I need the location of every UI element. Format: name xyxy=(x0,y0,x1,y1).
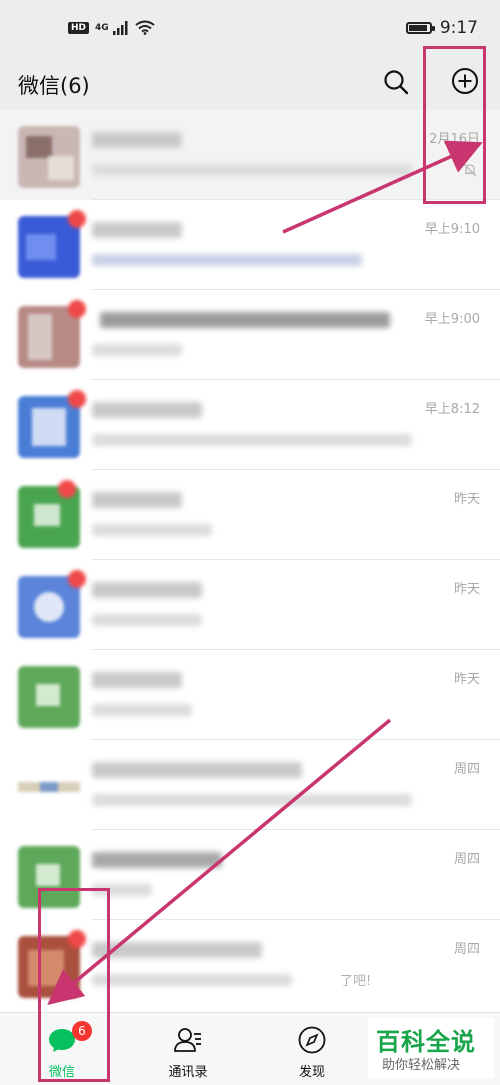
unread-dot xyxy=(68,210,86,228)
message-preview-tail: 了吧! xyxy=(340,974,372,989)
contact-name-blurred xyxy=(92,132,182,148)
chat-time: 昨天 xyxy=(453,672,480,687)
tab-label: 发现 xyxy=(298,1065,325,1080)
message-preview-blurred xyxy=(92,344,182,356)
chat-row[interactable]: 早上9:10 xyxy=(0,200,500,290)
contact-name-blurred xyxy=(92,852,222,868)
contact-name-blurred xyxy=(92,942,262,958)
chat-row[interactable]: 昨天 xyxy=(0,560,500,650)
contact-name-blurred xyxy=(92,762,302,778)
signal-icon xyxy=(112,20,128,35)
chat-time: 早上9:00 xyxy=(424,312,480,327)
contact-name-blurred xyxy=(92,492,182,508)
chat-row[interactable]: 昨天 xyxy=(0,470,500,560)
avatar xyxy=(18,756,80,818)
tab-discover[interactable]: 发现 xyxy=(262,1013,362,1085)
annotation-box-chats-tab xyxy=(38,888,110,1082)
avatar xyxy=(18,390,86,458)
contact-name-blurred xyxy=(92,402,202,418)
message-preview-blurred xyxy=(92,254,362,266)
message-preview-blurred xyxy=(92,524,212,536)
watermark-subtitle: 助你轻松解决 xyxy=(382,1058,461,1073)
avatar xyxy=(18,210,86,278)
contact-name-blurred xyxy=(92,582,202,598)
chat-list: 2月16日 早上9:10 早上9:00 早上8:12 昨天 昨天 昨天 周四 周… xyxy=(0,110,500,1010)
hd-badge: HD xyxy=(68,21,90,34)
chat-time: 周四 xyxy=(453,942,480,957)
chat-row[interactable]: 早上8:12 xyxy=(0,380,500,470)
watermark-title: 百科全说 xyxy=(376,1028,476,1056)
chat-time: 周四 xyxy=(453,852,480,867)
status-indicators: HD 4G xyxy=(68,20,155,35)
status-right: 9:17 xyxy=(405,18,478,38)
unread-dot xyxy=(68,300,86,318)
avatar xyxy=(18,480,80,548)
search-icon[interactable] xyxy=(382,68,410,96)
message-preview-blurred xyxy=(92,614,202,626)
unread-dot xyxy=(68,390,86,408)
annotation-box-add xyxy=(423,46,486,204)
contact-name-blurred xyxy=(92,672,182,688)
chat-row[interactable]: 周四 xyxy=(0,740,500,830)
chat-time: 昨天 xyxy=(453,582,480,597)
avatar xyxy=(18,126,80,188)
message-preview-blurred xyxy=(92,974,292,986)
contacts-icon xyxy=(174,1028,201,1052)
status-clock: 9:17 xyxy=(439,18,478,38)
chat-time: 早上9:10 xyxy=(424,222,480,237)
tab-contacts[interactable]: 通讯录 xyxy=(138,1013,238,1085)
wifi-icon xyxy=(135,20,155,35)
network-label: 4G xyxy=(95,22,109,33)
tab-label: 通讯录 xyxy=(168,1065,208,1080)
avatar xyxy=(18,666,80,728)
compass-icon xyxy=(298,1026,326,1054)
unread-dot xyxy=(68,570,86,588)
watermark: 百科全说 助你轻松解决 xyxy=(368,1018,494,1078)
message-preview-blurred xyxy=(92,794,412,806)
chat-time: 周四 xyxy=(453,762,480,777)
contact-name-blurred xyxy=(100,312,390,328)
message-preview-blurred xyxy=(92,434,412,446)
chat-time: 昨天 xyxy=(453,492,480,507)
chat-time: 早上8:12 xyxy=(424,402,480,417)
battery-level xyxy=(408,25,427,31)
chat-row[interactable]: 早上9:00 xyxy=(0,290,500,380)
battery-icon xyxy=(405,22,435,34)
unread-dot xyxy=(58,480,76,498)
avatar xyxy=(18,300,86,368)
avatar xyxy=(18,570,86,638)
message-preview-blurred xyxy=(92,704,192,716)
page-title: 微信(6) xyxy=(18,74,90,98)
message-preview-blurred xyxy=(92,164,412,176)
chat-row[interactable]: 昨天 xyxy=(0,650,500,740)
contact-name-blurred xyxy=(92,222,182,238)
